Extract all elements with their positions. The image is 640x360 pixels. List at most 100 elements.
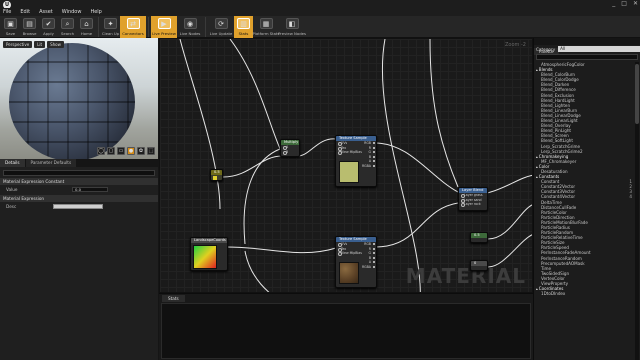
- search-button[interactable]: ⌕ Search: [58, 16, 77, 38]
- toolbar-separator: [205, 17, 206, 37]
- node-out-rgba[interactable]: RGBA: [360, 164, 376, 169]
- menu-asset[interactable]: Asset: [39, 8, 53, 16]
- node-pin-layer[interactable]: Layer rock: [459, 202, 487, 207]
- node-outputs: RGB R G B A RGBA: [360, 242, 376, 269]
- toolbar-button-label: Search: [60, 31, 75, 36]
- tab-stats[interactable]: Stats: [162, 295, 185, 302]
- constant-node-2[interactable]: 0.5: [470, 232, 488, 243]
- platform-stats-button[interactable]: ▦ Platform Stats: [253, 16, 279, 38]
- toolbar-button-label: Save: [5, 31, 16, 36]
- search-icon: ⌕: [61, 18, 74, 29]
- material-graph[interactable]: Zoom -2 MATERIAL 0.5 Multiply A B Textur…: [159, 38, 533, 293]
- perspective-button[interactable]: Perspective: [3, 41, 33, 48]
- browse-button[interactable]: ▤ Browse: [20, 16, 39, 38]
- node-title: 0.5: [211, 170, 222, 175]
- material-watermark: MATERIAL: [405, 264, 526, 288]
- menu-window[interactable]: Window: [62, 8, 82, 16]
- stats-button[interactable]: ▥ Stats: [234, 16, 253, 38]
- connectors-icon: ⇄: [126, 18, 140, 29]
- toolbar-button-label: Platform Stats: [252, 31, 280, 36]
- palette-scrollbar[interactable]: [635, 62, 639, 360]
- wire: [229, 39, 283, 154]
- apply-icon: ✔: [42, 18, 55, 29]
- node-out-rgba[interactable]: RGBA: [360, 265, 376, 270]
- desc-field[interactable]: [53, 203, 103, 209]
- platform-stats-icon: ▦: [259, 18, 273, 29]
- category-label: Category: [536, 46, 556, 52]
- mesh-shape-icon[interactable]: ⬚: [147, 147, 155, 155]
- details-search-input[interactable]: [3, 170, 155, 176]
- wire: [487, 204, 532, 240]
- constant-color-swatch: [213, 176, 217, 180]
- value-field[interactable]: 0.0: [72, 186, 108, 192]
- apply-button[interactable]: ✔ Apply: [39, 16, 58, 38]
- clean-up-icon: ✦: [104, 18, 117, 29]
- landscape-coords-node[interactable]: LandscapeCoords: [190, 237, 228, 271]
- constant-node-3[interactable]: 0: [470, 260, 488, 271]
- toolbar: ▣ Save ▤ Browse ✔ Apply ⌕ Search ⌂ Home ✦ Clean Up ⇄…: [0, 16, 640, 38]
- node-title: LandscapeCoords: [191, 238, 227, 243]
- flower-shape-icon[interactable]: ✿: [137, 147, 145, 155]
- cylinder-shape-icon[interactable]: ▭: [117, 147, 125, 155]
- layer-blend-node[interactable]: Layer Blend Layer grass Layer sand Layer…: [458, 187, 488, 211]
- home-button[interactable]: ⌂ Home: [77, 16, 96, 38]
- tab-parameter-defaults[interactable]: Parameter Defaults: [25, 159, 77, 167]
- texture-preview: [339, 262, 359, 284]
- wire: [179, 39, 221, 210]
- sphere-shape-icon[interactable]: ◯: [97, 147, 105, 155]
- stats-log-area[interactable]: [161, 303, 531, 359]
- preview-sphere: [9, 43, 135, 159]
- material-editor-window: U _ □ ✕ File Edit Asset Window Help ▣ Sav…: [0, 0, 640, 360]
- toolbar-button-label: Connectors: [122, 31, 144, 36]
- stats-panel: Stats: [159, 293, 533, 360]
- palette-item-label: 1DtoDIndex: [541, 291, 566, 297]
- property-label: Desc: [6, 203, 17, 209]
- plane-shape-icon[interactable]: ▢: [107, 147, 115, 155]
- maximize-icon[interactable]: □: [621, 0, 627, 8]
- preview-nodes-button[interactable]: ◧ Preview Nodes: [278, 16, 306, 38]
- scrollbar-thumb[interactable]: [635, 64, 639, 124]
- details-tabs: Details Parameter Defaults: [0, 159, 158, 167]
- live-update-button[interactable]: ⟳ Live Update: [208, 16, 234, 38]
- palette-item[interactable]: 1DtoDIndex: [536, 291, 634, 296]
- live-nodes-button[interactable]: ◉ Live Nodes: [177, 16, 203, 38]
- menu-help[interactable]: Help: [90, 8, 101, 16]
- live-preview-button[interactable]: ▶ Live Preview: [151, 16, 177, 38]
- node-title: 0: [471, 261, 487, 266]
- window-controls: _ □ ✕: [612, 0, 638, 8]
- toolbar-button-label: Apply: [43, 31, 54, 36]
- node-pin-b[interactable]: B: [281, 150, 299, 155]
- wire: [381, 39, 421, 292]
- connectors-button[interactable]: ⇄ Connectors: [120, 16, 146, 38]
- menu-file[interactable]: File: [3, 8, 11, 16]
- constant-node[interactable]: 0.5: [210, 169, 223, 181]
- palette-search-input[interactable]: [536, 54, 638, 60]
- tab-details[interactable]: Details: [0, 159, 25, 167]
- texture-preview: [339, 161, 359, 183]
- live-preview-icon: ▶: [157, 18, 171, 29]
- section-material-expression[interactable]: Material Expression: [0, 195, 158, 202]
- details-panel: Details Parameter Defaults Material Expr…: [0, 159, 158, 360]
- save-button[interactable]: ▣ Save: [1, 16, 20, 38]
- category-dropdown[interactable]: All: [558, 46, 640, 52]
- minimize-icon[interactable]: _: [612, 0, 615, 8]
- clean-up-button[interactable]: ✦ Clean Up: [101, 16, 120, 38]
- lit-button[interactable]: Lit: [34, 41, 46, 48]
- toolbar-button-label: Live Update: [209, 31, 233, 36]
- close-icon[interactable]: ✕: [633, 0, 638, 8]
- wire: [297, 138, 337, 157]
- preview-shape-buttons: ◯ ▢ ▭ ● ✿ ⬚: [97, 147, 155, 155]
- texture-sample-node-2[interactable]: Texture Sample UVs Tex View MipBias RGB …: [335, 236, 377, 288]
- cube-shape-icon[interactable]: ●: [127, 147, 135, 155]
- save-icon: ▣: [4, 18, 17, 29]
- menu-edit[interactable]: Edit: [20, 8, 30, 16]
- toolbar-button-label: Browse: [22, 31, 37, 36]
- menu-bar: File Edit Asset Window Help: [0, 8, 640, 16]
- section-material-expression-constant[interactable]: Material Expression Constant: [0, 178, 158, 185]
- show-button[interactable]: Show: [47, 41, 64, 48]
- toolbar-button-label: Stats: [238, 31, 249, 36]
- multiply-node[interactable]: Multiply A B: [280, 139, 300, 157]
- preview-viewport[interactable]: Perspective Lit Show ◯ ▢ ▭ ● ✿ ⬚: [0, 38, 158, 159]
- texture-sample-node-1[interactable]: Texture Sample UVs Tex View MipBias RGB …: [335, 135, 377, 187]
- toolbar-button-label: Preview Nodes: [278, 31, 306, 36]
